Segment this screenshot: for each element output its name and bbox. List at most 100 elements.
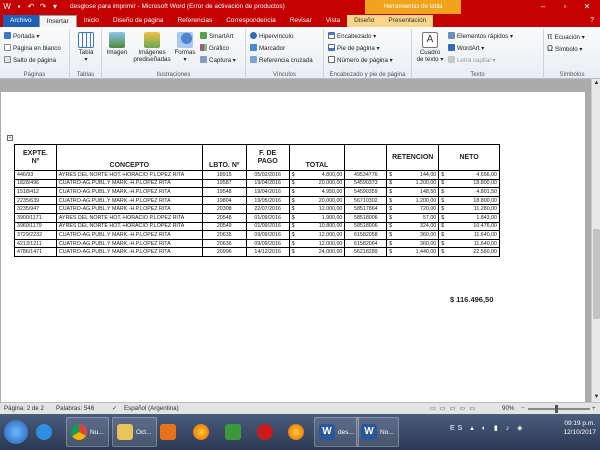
cell-concepto[interactable]: AYRES DEL NORTE HOT.-HORACIO P.LOPEZ RIT… bbox=[55, 221, 203, 232]
numero-pagina-button[interactable]: Número de página ▾ bbox=[328, 56, 393, 64]
taskbar-media[interactable] bbox=[160, 417, 179, 447]
cell-concepto[interactable]: CUATRO-AG.PUBL.Y MARK.-H.P.LOPEZ RITA bbox=[55, 187, 203, 197]
redo-icon[interactable]: ↷ bbox=[38, 2, 48, 12]
cell-expte[interactable]: 3729/2232 bbox=[14, 230, 57, 240]
page-count[interactable]: Página: 2 de 2 bbox=[4, 405, 44, 412]
word-logo-icon[interactable]: W bbox=[2, 2, 12, 12]
cell-retencion[interactable]: $360,00 bbox=[386, 238, 440, 249]
cell-neto[interactable]: $4.656,00 bbox=[438, 170, 500, 180]
undo-icon[interactable]: ↶ bbox=[26, 2, 36, 12]
cell-retencion[interactable]: $1.200,00 bbox=[386, 178, 440, 189]
cell-neto[interactable]: $11.640,00 bbox=[438, 230, 500, 240]
cell-expte[interactable]: 1518/412 bbox=[14, 187, 57, 197]
cell-codigo[interactable]: 58518006 bbox=[344, 212, 388, 223]
cell-total[interactable]: $4.950,00 bbox=[288, 187, 346, 197]
cell-neto[interactable]: $11.280,00 bbox=[438, 204, 500, 214]
scroll-thumb[interactable] bbox=[593, 229, 600, 319]
cell-codigo[interactable]: 61582064 bbox=[344, 238, 388, 249]
tab-vista[interactable]: Vista bbox=[319, 15, 347, 27]
referencia-cruzada-button[interactable]: Referencia cruzada bbox=[250, 56, 313, 64]
cell-lbto[interactable]: 19587 bbox=[201, 178, 247, 189]
cell-total[interactable]: $20.000,00 bbox=[288, 195, 346, 206]
cell-lbto[interactable]: 19548 bbox=[201, 187, 247, 197]
pie-pagina-button[interactable]: Pie de página ▾ bbox=[328, 44, 380, 52]
help-icon[interactable]: ? bbox=[584, 15, 600, 27]
hipervinculo-button[interactable]: Hipervínculo bbox=[250, 32, 293, 40]
tab-insertar[interactable]: Insertar bbox=[38, 15, 77, 27]
cell-neto[interactable]: $11.640,00 bbox=[438, 238, 500, 249]
cell-total[interactable]: $10.800,00 bbox=[288, 221, 346, 232]
simbolo-button[interactable]: Ω Símbolo ▾ bbox=[547, 44, 583, 53]
zoom-in-icon[interactable]: + bbox=[592, 405, 596, 412]
taskbar-word-2[interactable]: W No... bbox=[356, 417, 399, 447]
cell-concepto[interactable]: CUATRO-AG.PUBL.Y MARK.-H.P.LOPEZ RITA bbox=[55, 238, 203, 249]
scroll-up-icon[interactable]: ▲ bbox=[592, 79, 600, 88]
word-count[interactable]: Palabras: 546 bbox=[56, 405, 94, 412]
cell-expte[interactable]: 4213/1211 bbox=[14, 238, 57, 249]
captura-button[interactable]: Captura ▾ bbox=[200, 56, 236, 64]
cell-fecha[interactable]: 19/04/2016 bbox=[245, 187, 290, 197]
marcador-button[interactable]: Marcador bbox=[250, 44, 285, 52]
cell-concepto[interactable]: AYRES DEL NORTE HOT.-HORACIO P.LOPEZ RIT… bbox=[55, 212, 203, 223]
cell-lbto[interactable]: 20308 bbox=[201, 204, 247, 214]
clock[interactable]: 09:19 p.m. 12/10/2017 bbox=[563, 419, 596, 437]
tab-revisar[interactable]: Revisar bbox=[283, 15, 319, 27]
portada-button[interactable]: Portada ▾ bbox=[4, 32, 40, 40]
cell-fecha[interactable]: 22/07/2016 bbox=[245, 204, 290, 214]
cell-retencion[interactable]: $720,00 bbox=[386, 204, 440, 214]
imagenes-prediseñadas-button[interactable]: Imágenes prediseñadas bbox=[132, 32, 172, 63]
cell-total[interactable]: $24.000,00 bbox=[288, 247, 346, 257]
language[interactable]: Español (Argentina) bbox=[124, 405, 179, 412]
cell-expte[interactable]: 3900/1171 bbox=[14, 212, 57, 223]
vertical-scrollbar[interactable]: ▲ ▼ bbox=[591, 79, 600, 402]
cell-fecha[interactable]: 09/09/2016 bbox=[245, 230, 290, 240]
document-page[interactable]: + EXPTE. Nº CONCEPTO LBTO. Nº F. DE PAGO T… bbox=[1, 92, 585, 402]
cell-codigo[interactable]: 58517864 bbox=[344, 204, 388, 214]
cell-expte[interactable]: 2235/639 bbox=[14, 195, 57, 206]
cell-expte[interactable]: 446/93 bbox=[14, 170, 57, 180]
cell-total[interactable]: $1.900,00 bbox=[288, 212, 346, 223]
cell-concepto[interactable]: CUATRO-AG.PUBL.Y MARK.-H.P.LOPEZ RITA bbox=[55, 178, 203, 189]
tab-diseno[interactable]: Diseño bbox=[347, 15, 382, 27]
start-button[interactable] bbox=[4, 417, 31, 447]
cell-retencion[interactable]: $57,00 bbox=[386, 212, 440, 223]
cell-lbto[interactable]: 20635 bbox=[201, 230, 247, 240]
cell-retencion[interactable]: $1.200,00 bbox=[386, 195, 440, 206]
cell-retencion[interactable]: $148,50 bbox=[386, 187, 440, 197]
proofing-icon[interactable]: ✓ bbox=[112, 405, 117, 412]
cell-codigo[interactable]: 61582058 bbox=[344, 230, 388, 240]
cell-expte[interactable]: 1828/496 bbox=[14, 178, 57, 189]
cell-fecha[interactable]: 14/12/2016 bbox=[245, 247, 290, 257]
save-icon[interactable]: ▪ bbox=[14, 2, 24, 12]
letra-capital-button[interactable]: Letra capital ▾ bbox=[448, 56, 496, 64]
cell-fecha[interactable]: 05/02/2016 bbox=[245, 170, 290, 180]
cell-retencion[interactable]: $144,00 bbox=[386, 170, 440, 180]
ecuacion-button[interactable]: π Ecuación ▾ bbox=[547, 32, 585, 41]
tab-referencias[interactable]: Referencias bbox=[171, 15, 220, 27]
zoom-slider-knob[interactable] bbox=[555, 405, 558, 413]
cell-neto[interactable]: $18.800,00 bbox=[438, 178, 500, 189]
cell-neto[interactable]: $1.843,00 bbox=[438, 212, 500, 223]
cell-total[interactable]: $12.000,00 bbox=[288, 204, 346, 214]
cell-total[interactable]: $20.000,00 bbox=[288, 178, 346, 189]
smartart-button[interactable]: SmartArt bbox=[200, 32, 233, 40]
pagina-en-blanco-button[interactable]: Página en blanco bbox=[4, 44, 61, 52]
cell-lbto[interactable]: 20996 bbox=[201, 247, 247, 257]
taskbar-folder[interactable]: Oct... bbox=[112, 417, 157, 447]
tab-archivo[interactable]: Archivo bbox=[3, 15, 39, 27]
cell-neto[interactable]: $18.800,00 bbox=[438, 195, 500, 206]
customize-qat-icon[interactable]: ▾ bbox=[50, 2, 60, 12]
cell-concepto[interactable]: CUATRO-AG.PUBL.Y MARK.-H.P.LOPEZ RITA bbox=[55, 195, 203, 206]
zoom-out-icon[interactable]: − bbox=[521, 405, 525, 412]
cell-fecha[interactable]: 01/09/2016 bbox=[245, 212, 290, 223]
cell-retencion[interactable]: $1.440,00 bbox=[386, 247, 440, 257]
cell-concepto[interactable]: CUATRO-AG.PUBL.Y MARK.-H.P.LOPEZ RITA bbox=[55, 230, 203, 240]
taskbar-opera[interactable] bbox=[257, 417, 276, 447]
cell-codigo[interactable]: 49534776 bbox=[344, 170, 388, 180]
formas-button[interactable]: Formas ▾ bbox=[172, 32, 198, 63]
cell-expte[interactable]: 3235/947 bbox=[14, 204, 57, 214]
cell-codigo[interactable]: 56218289 bbox=[344, 247, 388, 257]
cell-expte[interactable]: 3960/1179 bbox=[14, 221, 57, 232]
cell-retencion[interactable]: $324,00 bbox=[386, 221, 440, 232]
cell-fecha[interactable]: 19/05/2016 bbox=[245, 195, 290, 206]
